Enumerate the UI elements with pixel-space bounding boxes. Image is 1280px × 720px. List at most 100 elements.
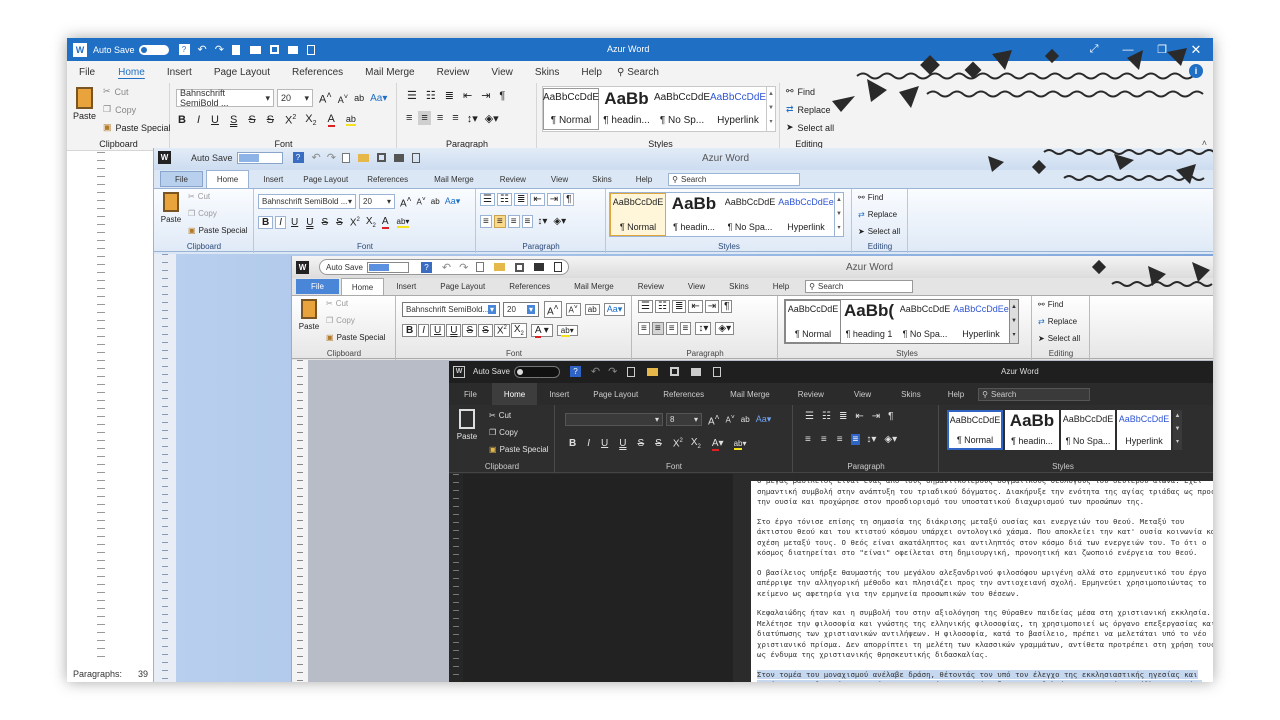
tab-insert[interactable]: Insert xyxy=(249,170,297,188)
tab-view[interactable]: View xyxy=(839,383,886,405)
tab-help[interactable]: Help xyxy=(936,383,976,405)
print-preview-icon[interactable] xyxy=(713,366,722,377)
decrease-indent-icon[interactable]: ⇤ xyxy=(688,300,703,313)
cut-button[interactable]: ✂ Cut xyxy=(103,86,129,97)
shrink-font-icon[interactable]: A˅ xyxy=(338,92,348,105)
increase-indent-icon[interactable]: ⇥ xyxy=(872,411,880,422)
clear-format-icon[interactable]: ab xyxy=(584,304,600,316)
multilevel-icon[interactable]: ≣ xyxy=(445,89,454,102)
tab-review[interactable]: Review xyxy=(426,61,481,83)
grow-font-icon[interactable]: A˄ xyxy=(544,301,562,319)
decrease-indent-icon[interactable]: ⇤ xyxy=(530,193,545,206)
font-color-icon[interactable]: A xyxy=(327,113,335,128)
underline-icon[interactable]: U xyxy=(601,438,608,449)
help-icon[interactable]: ? xyxy=(292,152,304,163)
document-page[interactable]: Ο μέγας βασίλειος είναι ένας από τους ση… xyxy=(751,481,1213,682)
find-button[interactable]: ⚯ Find xyxy=(1038,300,1063,309)
redo-icon[interactable]: ↷ xyxy=(215,43,224,56)
tab-mail-merge[interactable]: Mail Merge xyxy=(354,61,425,83)
replace-button[interactable]: ⇄ Replace xyxy=(858,210,897,219)
tab-review[interactable]: Review xyxy=(487,170,539,188)
bold-icon[interactable]: B xyxy=(258,216,274,229)
shrink-font-icon[interactable]: A˅ xyxy=(726,414,735,425)
grow-font-icon[interactable]: A˄ xyxy=(708,412,720,427)
justify-icon[interactable]: ≡ xyxy=(679,322,692,335)
paste-button[interactable]: Paste xyxy=(160,192,182,224)
find-button[interactable]: ⚯ Find xyxy=(786,86,815,97)
tab-references[interactable]: References xyxy=(497,278,562,295)
help-icon[interactable]: ? xyxy=(420,261,432,273)
tab-skins[interactable]: Skins xyxy=(717,278,761,295)
double-strikethrough-icon[interactable]: S xyxy=(478,324,493,337)
tab-mail-merge[interactable]: Mail Merge xyxy=(421,170,487,188)
gallery-scroll[interactable]: ▲ ▼ ▾ xyxy=(766,87,775,131)
undo-icon[interactable]: ↶ xyxy=(591,365,600,378)
paste-special-button[interactable]: ▣ Paste Special xyxy=(188,226,247,235)
bullets-icon[interactable]: ☰ xyxy=(805,411,814,422)
redo-icon[interactable]: ↷ xyxy=(327,151,336,164)
tab-view[interactable]: View xyxy=(676,278,717,295)
highlight-icon[interactable]: ab▾ xyxy=(733,439,746,450)
search-box[interactable]: ⚲ Search xyxy=(613,61,663,83)
search-box[interactable]: ⚲ Search xyxy=(978,387,1091,401)
print-icon[interactable] xyxy=(691,367,702,376)
select-all-button[interactable]: ➤ Select all xyxy=(786,122,834,133)
strikethrough-icon[interactable]: S xyxy=(462,324,478,337)
style-gallery[interactable]: AaBbCcDdE ¶ Normal AaBb(¶ heading 1 AaBbC… xyxy=(784,299,1019,344)
new-file-icon[interactable] xyxy=(341,152,350,163)
subscript-icon[interactable]: X2 xyxy=(691,437,701,450)
tab-home[interactable]: Home xyxy=(491,383,538,405)
redo-icon[interactable]: ↷ xyxy=(459,261,468,274)
superscript-icon[interactable]: X2 xyxy=(673,438,683,449)
cut-button[interactable]: ✂ Cut xyxy=(489,411,511,420)
open-folder-icon[interactable] xyxy=(357,153,369,162)
new-file-icon[interactable] xyxy=(231,44,240,55)
pilcrow-icon[interactable]: ¶ xyxy=(888,411,893,422)
grow-font-icon[interactable]: A˄ xyxy=(400,194,412,209)
help-icon[interactable]: ? xyxy=(178,44,190,55)
italic-icon[interactable]: I xyxy=(587,438,590,449)
tab-skins[interactable]: Skins xyxy=(524,61,570,83)
underline-icon[interactable]: U xyxy=(430,324,446,337)
tab-help[interactable]: Help xyxy=(624,170,664,188)
copy-button[interactable]: ❐ Copy xyxy=(326,316,355,325)
decrease-indent-icon[interactable]: ⇤ xyxy=(463,89,472,102)
tab-skins[interactable]: Skins xyxy=(580,170,624,188)
change-case-icon[interactable]: Aa▾ xyxy=(603,303,626,317)
multilevel-icon[interactable]: ≣ xyxy=(671,300,687,313)
undo-icon[interactable]: ↶ xyxy=(312,151,321,164)
subscript-icon[interactable]: X2 xyxy=(364,216,378,229)
open-folder-icon[interactable] xyxy=(647,367,659,376)
bold-icon[interactable]: B xyxy=(402,324,418,337)
tab-file[interactable]: File xyxy=(296,279,339,294)
style-heading[interactable]: AaBb ¶ headin... xyxy=(1005,410,1059,450)
cut-button[interactable]: ✂ Cut xyxy=(188,192,210,201)
align-left-icon[interactable]: ≡ xyxy=(403,111,415,125)
underline-icon[interactable]: U xyxy=(288,217,301,228)
numbering-icon[interactable]: ☷ xyxy=(496,193,512,206)
save-icon[interactable] xyxy=(376,153,386,162)
font-color-icon[interactable]: A ▾ xyxy=(530,324,553,338)
bullets-icon[interactable]: ☰ xyxy=(480,193,495,206)
strikethrough-icon[interactable]: S xyxy=(248,114,255,126)
font-size-combo[interactable]: 20 ▾ xyxy=(503,302,539,318)
font-name-combo[interactable]: Bahnschrift SemiBold ... ▾ xyxy=(258,194,356,210)
line-spacing-icon[interactable]: ↕▾ xyxy=(467,112,478,125)
align-center-icon[interactable]: ≡ xyxy=(418,111,431,125)
collapse-ribbon-icon[interactable]: ˄ xyxy=(1202,138,1207,148)
font-size-combo[interactable]: 20 ▾ xyxy=(277,89,313,107)
tab-mail-merge[interactable]: Mail Merge xyxy=(562,278,626,295)
open-folder-icon[interactable] xyxy=(494,263,506,271)
align-right-icon[interactable]: ≡ xyxy=(507,215,520,228)
undo-icon[interactable]: ↶ xyxy=(442,261,451,274)
pilcrow-icon[interactable]: ¶ xyxy=(499,90,505,102)
undo-icon[interactable]: ↶ xyxy=(198,43,207,56)
superscript-icon[interactable]: X2 xyxy=(348,217,362,228)
tab-mail-merge[interactable]: Mail Merge xyxy=(717,383,783,405)
print-icon[interactable] xyxy=(287,45,298,54)
shading-icon[interactable]: ◈▾ xyxy=(715,322,735,335)
font-name-combo[interactable]: Bahnschrift SemiBold... ▾ xyxy=(402,302,500,318)
tab-insert[interactable]: Insert xyxy=(537,383,581,405)
italic-icon[interactable]: I xyxy=(275,216,287,229)
style-hyperlink[interactable]: AaBbCcDdE Hyperlink xyxy=(710,88,766,130)
